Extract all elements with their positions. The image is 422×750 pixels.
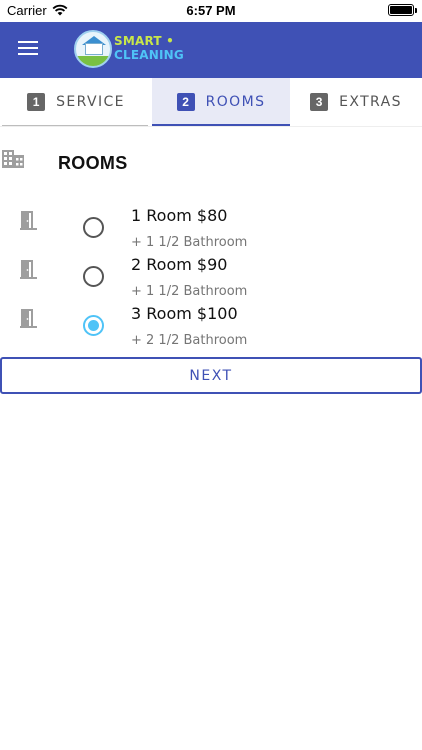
door-icon bbox=[20, 260, 37, 279]
logo-text: SMART • CLEANING bbox=[114, 34, 184, 62]
divider bbox=[0, 126, 422, 127]
next-button[interactable]: NEXT bbox=[0, 357, 422, 394]
door-icon bbox=[20, 211, 37, 230]
room-option-1[interactable]: 1 Room $80 + 1 1/2 Bathroom bbox=[0, 202, 422, 251]
stepper-tabs: 1 SERVICE 2 ROOMS 3 EXTRAS bbox=[0, 78, 422, 126]
app-bar: SMART • CLEANING bbox=[0, 22, 422, 78]
door-icon bbox=[20, 309, 37, 328]
section-title: ROOMS bbox=[58, 153, 128, 173]
tab-service[interactable]: 1 SERVICE bbox=[0, 78, 152, 126]
battery-icon bbox=[388, 4, 417, 16]
room-radio-1[interactable] bbox=[83, 217, 104, 238]
logo-line-1: SMART • bbox=[114, 34, 175, 48]
room-title: 1 Room $80 bbox=[131, 206, 228, 225]
room-subtitle: + 1 1/2 Bathroom bbox=[131, 284, 248, 299]
room-radio-2[interactable] bbox=[83, 266, 104, 287]
room-option-2[interactable]: 2 Room $90 + 1 1/2 Bathroom bbox=[0, 251, 422, 300]
logo-line-2: CLEANING bbox=[114, 48, 184, 62]
tab-rooms[interactable]: 2 ROOMS bbox=[152, 78, 290, 126]
room-subtitle: + 2 1/2 Bathroom bbox=[131, 333, 248, 348]
status-time: 6:57 PM bbox=[186, 3, 236, 18]
tab-label: SERVICE bbox=[56, 94, 125, 110]
building-icon bbox=[2, 150, 24, 168]
room-subtitle: + 1 1/2 Bathroom bbox=[131, 235, 248, 250]
tab-number-badge: 3 bbox=[310, 93, 329, 111]
tab-number-badge: 1 bbox=[27, 93, 46, 111]
tab-label: ROOMS bbox=[205, 94, 266, 110]
status-bar: Carrier 6:57 PM bbox=[0, 0, 422, 22]
house-logo-icon bbox=[74, 30, 112, 68]
room-radio-3[interactable] bbox=[83, 315, 104, 336]
tab-extras[interactable]: 3 EXTRAS bbox=[290, 78, 422, 126]
next-button-label: NEXT bbox=[189, 367, 233, 384]
hamburger-menu-icon[interactable] bbox=[14, 38, 44, 62]
room-title: 3 Room $100 bbox=[131, 304, 238, 323]
smart-cleaning-logo: SMART • CLEANING bbox=[74, 28, 204, 72]
room-title: 2 Room $90 bbox=[131, 255, 228, 274]
tab-number-badge: 2 bbox=[176, 93, 195, 111]
room-option-3[interactable]: 3 Room $100 + 2 1/2 Bathroom bbox=[0, 300, 422, 349]
tab-label: EXTRAS bbox=[339, 94, 402, 110]
